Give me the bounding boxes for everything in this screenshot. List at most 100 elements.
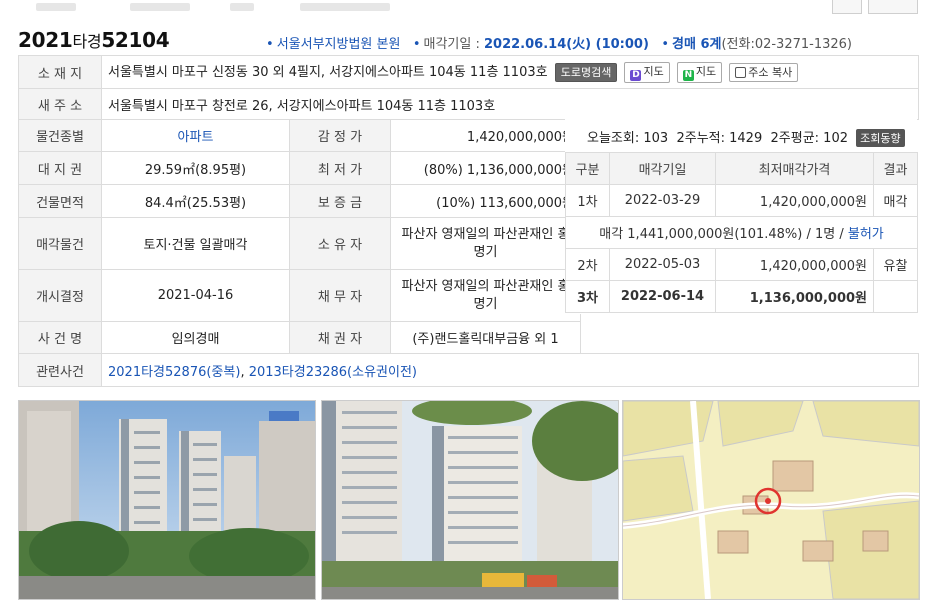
nav-ghost-item xyxy=(130,3,190,11)
location-value: 서울특별시 마포구 신정동 30 외 4필지, 서강지에스아파트 104동 11… xyxy=(108,65,548,80)
auction-history-panel: 오늘조회: 103 2주누적: 1429 2주평균: 102 조회동향 구분 매… xyxy=(565,119,918,314)
appraisal-value: 1,420,000,000원 xyxy=(390,119,581,152)
sale-disallow-link[interactable]: 불허가 xyxy=(848,227,884,242)
related-case-link[interactable]: 2021타경52876(중복) xyxy=(108,365,240,380)
view-stats: 오늘조회: 103 2주누적: 1429 2주평균: 102 조회동향 xyxy=(587,127,905,147)
today-views-label: 오늘조회: xyxy=(587,131,640,146)
owner-label: 소 유 자 xyxy=(289,217,391,270)
history-price: 1,420,000,000원 xyxy=(715,248,874,281)
case-type: 타경 xyxy=(72,32,102,51)
start-value: 2021-04-16 xyxy=(101,269,290,322)
related-label: 관련사건 xyxy=(18,353,102,387)
history-date: 2022-05-03 xyxy=(609,248,716,281)
case-info: • 서울서부지방법원 본원 • 매각기일 : 2022.06.14(火) (10:0… xyxy=(266,33,852,52)
copy-address-button[interactable]: 주소 복사 xyxy=(729,63,799,82)
case-header: 2021타경52104 • 서울서부지방법원 본원 • 매각기일 : 2022.06… xyxy=(18,28,918,54)
today-views-value: 103 xyxy=(643,131,669,146)
sale-date-value: 2022.06.14(火) (10:00) xyxy=(484,37,649,52)
two-week-total-value: 1429 xyxy=(729,131,763,146)
history-sale-note: 매각 1,441,000,000원(101.48%) / 1명 / 불허가 xyxy=(565,216,918,249)
related-separator: , xyxy=(240,364,249,380)
naver-map-icon: N xyxy=(682,70,694,81)
history-header: 매각기일 xyxy=(609,152,716,185)
two-week-avg-value: 102 xyxy=(823,131,848,146)
apartment-photo-2[interactable] xyxy=(321,400,619,600)
owner-value: 파산자 영재일의 파산관재인 홍명기 xyxy=(390,217,581,270)
creditor-label: 채 권 자 xyxy=(289,321,391,354)
sale-item-value: 토지·건물 일괄매각 xyxy=(101,217,290,270)
case-number: 2021타경52104 xyxy=(18,28,170,52)
two-week-total-label: 2주누적: xyxy=(676,131,725,146)
history-result: 유찰 xyxy=(873,248,918,281)
nav-ghost-button[interactable] xyxy=(868,0,918,14)
history-date: 2022-06-14 xyxy=(609,280,716,313)
map-d-label: 지도 xyxy=(643,65,664,78)
history-row: 2차 2022-05-03 1,420,000,000원 유찰 xyxy=(565,248,918,281)
case-name-value: 임의경매 xyxy=(101,321,290,354)
history-round: 3차 xyxy=(565,280,610,313)
history-result: 매각 xyxy=(873,184,918,217)
map-n-label: 지도 xyxy=(695,65,717,78)
photo-gallery xyxy=(18,400,920,600)
apartment-photo-1[interactable] xyxy=(18,400,316,600)
copy-icon xyxy=(735,67,747,78)
history-price: 1,136,000,000원 xyxy=(715,280,874,313)
court-name[interactable]: 서울서부지방법원 본원 xyxy=(277,37,401,52)
dept-phone: (전화:02-3271-1326) xyxy=(721,37,852,52)
map-n-button[interactable]: N 지도 xyxy=(676,62,723,83)
start-label: 개시결정 xyxy=(18,269,102,322)
nav-ghost-button[interactable] xyxy=(832,0,862,14)
history-row: 1차 2022-03-29 1,420,000,000원 매각 xyxy=(565,184,918,217)
nav-ghost-item xyxy=(300,3,390,11)
auction-history-table: 구분 매각기일 최저매각가격 결과 1차 2022-03-29 1,420,00… xyxy=(565,152,918,313)
debtor-value: 파산자 영재일의 파산관재인 홍명기 xyxy=(390,269,581,322)
d-map-icon: D xyxy=(630,70,642,81)
two-week-avg-label: 2주평균: xyxy=(770,131,820,146)
land-label: 대 지 권 xyxy=(18,151,102,185)
debtor-label: 채 무 자 xyxy=(289,269,391,322)
location-cell: 서울특별시 마포구 신정동 30 외 4필지, 서강지에스아파트 104동 11… xyxy=(100,55,920,89)
map-d-button[interactable]: D 지도 xyxy=(624,62,670,83)
history-price: 1,420,000,000원 xyxy=(715,184,874,217)
history-header: 최저매각가격 xyxy=(715,152,874,185)
case-year: 2021 xyxy=(18,28,73,52)
history-row: 3차 2022-06-14 1,136,000,000원 xyxy=(565,280,918,313)
history-note-row: 매각 1,441,000,000원(101.48%) / 1명 / 불허가 xyxy=(565,216,918,249)
related-case-link[interactable]: 2013타경23286(소유권이전) xyxy=(249,365,417,380)
sale-date-label: 매각기일 : xyxy=(423,37,480,52)
history-round: 1차 xyxy=(565,184,610,217)
deposit-label: 보 증 금 xyxy=(289,184,391,218)
bullet-icon: • xyxy=(412,37,421,52)
top-nav-strip xyxy=(0,0,932,18)
min-price-value: (80%) 1,136,000,000원 xyxy=(390,151,581,185)
history-header: 구분 xyxy=(565,152,610,185)
bldg-label: 건물면적 xyxy=(18,184,102,218)
type-value[interactable]: 아파트 xyxy=(101,119,290,152)
new-address-value: 서울특별시 마포구 창전로 26, 서강지에스아파트 104동 11층 1103… xyxy=(100,88,920,120)
history-round: 2차 xyxy=(565,248,610,281)
appraisal-label: 감 정 가 xyxy=(289,119,391,152)
type-label: 물건종별 xyxy=(18,119,102,152)
location-label: 소 재 지 xyxy=(18,55,102,89)
view-trend-button[interactable]: 조회동향 xyxy=(856,129,905,147)
dept-name: 경매 6계 xyxy=(672,37,722,52)
location-map[interactable] xyxy=(622,400,920,600)
new-address-label: 새 주 소 xyxy=(18,88,102,120)
history-date: 2022-03-29 xyxy=(609,184,716,217)
nav-ghost-item xyxy=(230,3,254,11)
nav-ghost-item xyxy=(36,3,76,11)
land-value: 29.59㎡(8.95평) xyxy=(101,151,290,185)
bullet-icon: • xyxy=(661,37,669,52)
copy-label: 주소 복사 xyxy=(748,66,793,79)
sale-item-label: 매각물건 xyxy=(18,217,102,270)
history-result xyxy=(873,280,918,313)
bullet-icon: • xyxy=(266,37,274,52)
min-price-label: 최 저 가 xyxy=(289,151,391,185)
bldg-value: 84.4㎡(25.53평) xyxy=(101,184,290,218)
creditor-value: (주)랜드홀릭대부금융 외 1 xyxy=(390,321,581,354)
related-cases: 2021타경52876(중복), 2013타경23286(소유권이전) xyxy=(100,353,920,387)
history-header: 결과 xyxy=(873,152,918,185)
case-num: 52104 xyxy=(101,28,170,52)
sale-note-text: 매각 1,441,000,000원(101.48%) / 1명 / xyxy=(599,227,848,242)
road-search-button[interactable]: 도로명검색 xyxy=(554,63,618,82)
